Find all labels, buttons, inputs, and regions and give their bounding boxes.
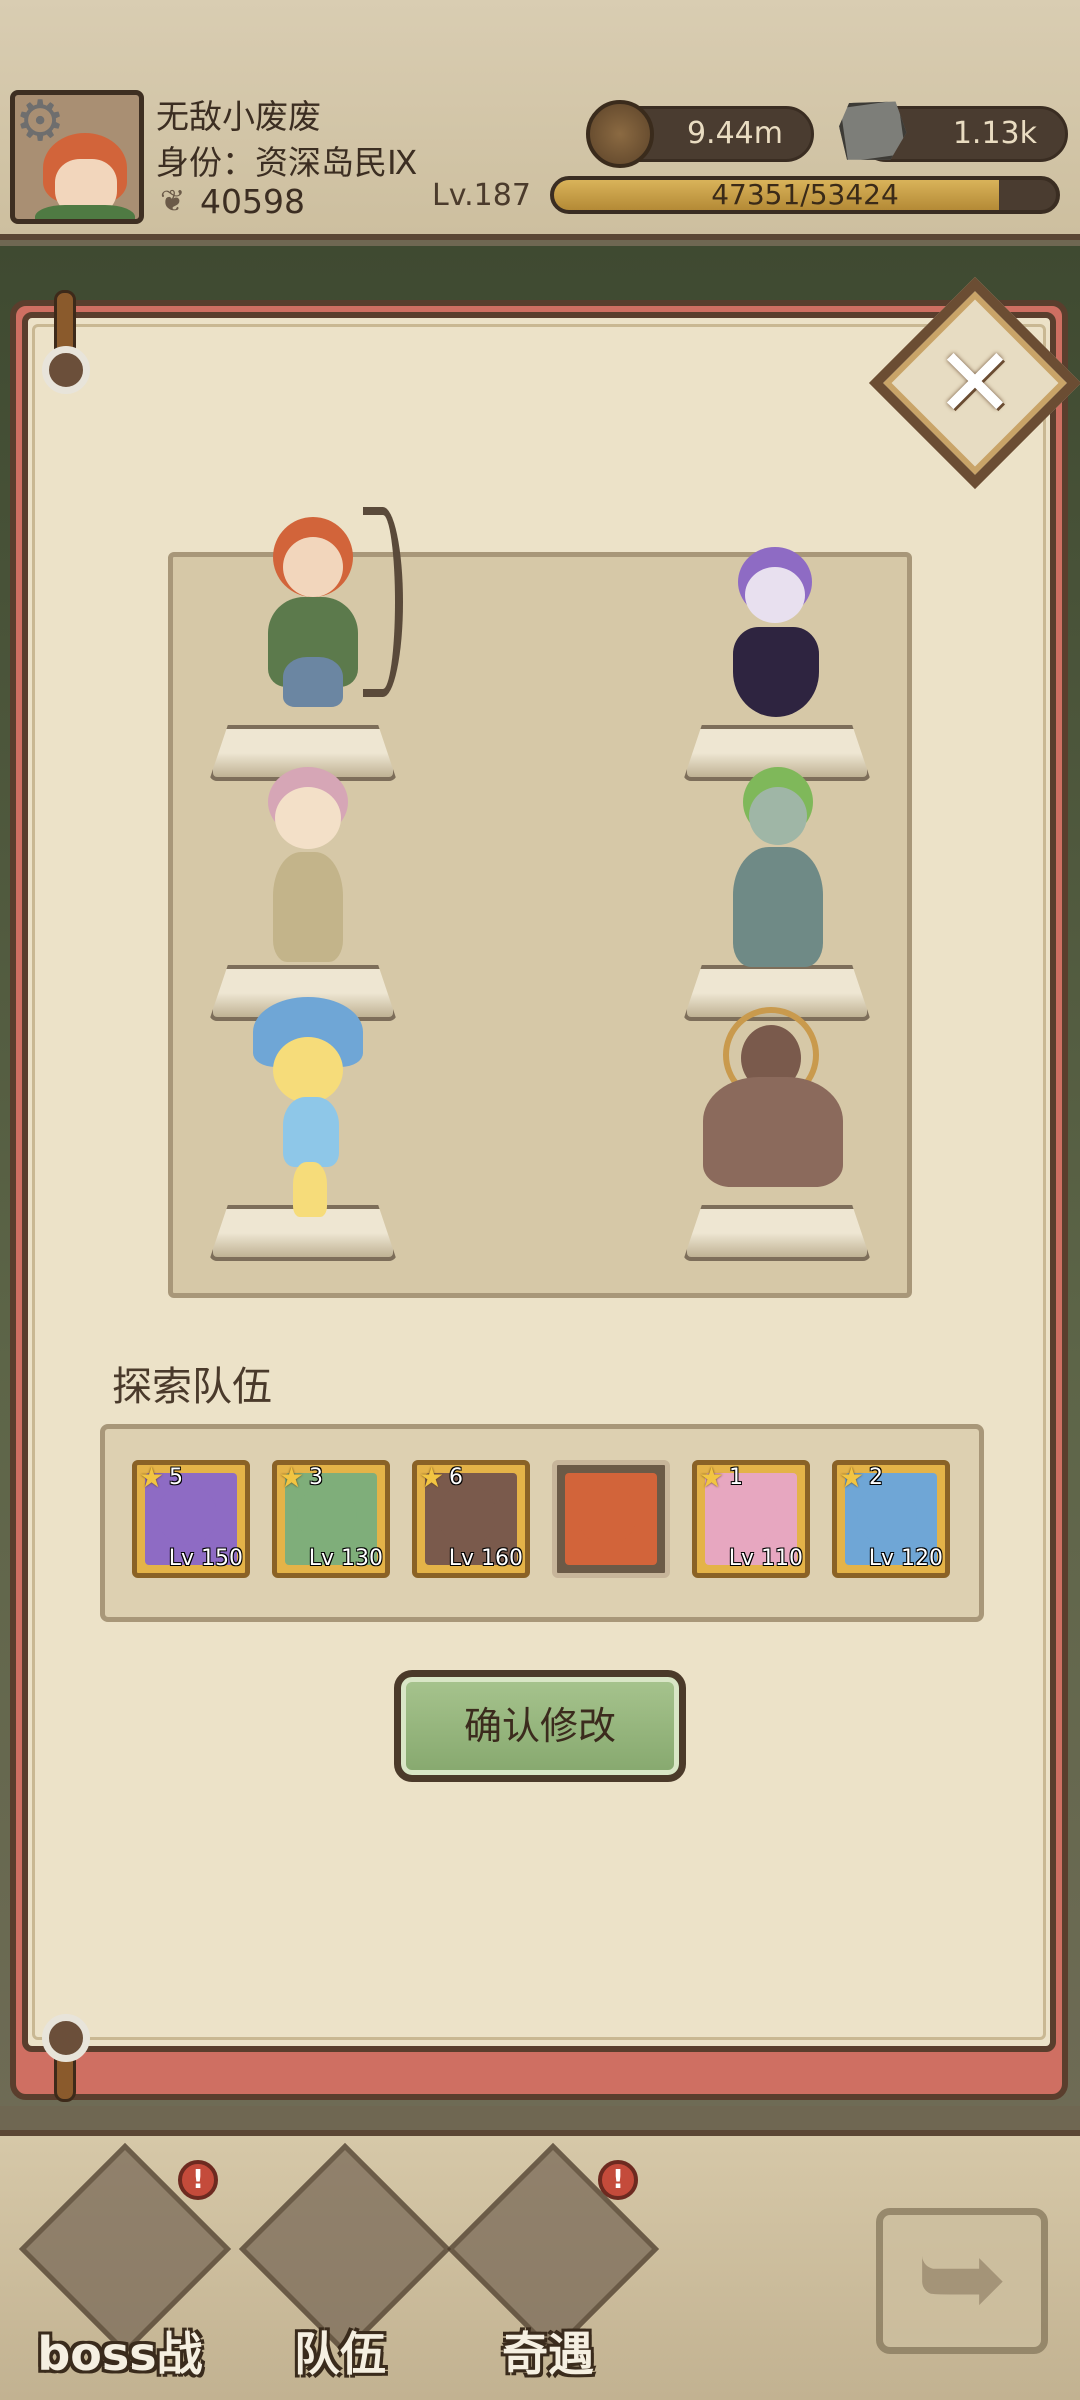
formation-area [168,507,912,1298]
nav-team-label: 队伍 [294,2327,386,2381]
star-icon: ★ [279,1461,305,1494]
card-level: Lv 130 [308,1546,383,1571]
team-card[interactable]: ★ 6 Lv 160 [412,1460,530,1578]
card-level: Lv 120 [868,1546,943,1571]
nav-team[interactable]: 队伍 [238,2142,452,2390]
team-card[interactable]: ★ 1 Lv 110 [692,1460,810,1578]
team-card[interactable]: ★ 3 Lv 130 [272,1460,390,1578]
star-icon: ★ [839,1461,865,1494]
star-icon: ★ [139,1461,165,1494]
nav-adventure-label: 奇遇 [502,2327,594,2381]
card-portrait-head [157,1485,217,1545]
card-count: 6 [449,1465,463,1490]
team-card[interactable]: ★ 5 Lv 150 [132,1460,250,1578]
card-level: Lv 110 [728,1546,803,1571]
card-portrait-head [717,1485,777,1545]
power-icon: ❦ [160,184,186,219]
team-card[interactable]: ★ 2 Lv 120 [832,1460,950,1578]
scroll-ring-bottom [42,2014,90,2062]
card-level: Lv 160 [448,1546,523,1571]
back-arrow-icon[interactable]: ➥ [876,2208,1048,2354]
confirm-button[interactable]: 确认修改 [394,1670,686,1782]
hero-octopus-girl[interactable] [713,547,843,727]
player-name: 无敌小废废 [156,97,321,136]
coin-icon [586,100,654,168]
card-portrait-head [297,1485,357,1545]
card-count: 2 [869,1465,883,1490]
nav-boss-label: boss战 [37,2327,203,2381]
card-count: 3 [309,1465,323,1490]
exp-text: 47351/53424 [711,178,899,211]
hero-farmer-girl[interactable] [233,767,383,977]
hero-rock-golem[interactable] [683,1007,863,1207]
card-count: 5 [169,1465,183,1490]
scroll-ring-top [42,346,90,394]
card-portrait-head [437,1485,497,1545]
gear-icon[interactable]: ⚙ [15,95,65,154]
close-icon[interactable]: ✕ [900,308,1050,458]
card-portrait-head [577,1485,637,1545]
team-label: 探索队伍 [112,1364,272,1410]
slot-pedestal[interactable] [683,1205,871,1261]
card-count: 1 [729,1465,743,1490]
stone-amount: 1.13k [952,116,1037,151]
coin-amount: 9.44m [686,116,783,151]
star-icon: ★ [699,1461,725,1494]
hero-mushroom-girl[interactable] [243,997,383,1217]
hero-archer[interactable] [213,497,413,737]
card-level: Lv 150 [168,1546,243,1571]
player-title: 身份：资深岛民Ⅸ [156,143,418,182]
notification-badge: ! [178,2160,218,2200]
notification-badge: ! [598,2160,638,2200]
player-level: Lv.187 [432,178,531,213]
star-icon: ★ [419,1461,445,1494]
hero-golem-girl[interactable] [703,767,853,977]
card-portrait-head [857,1485,917,1545]
avatar-body [35,205,135,219]
player-avatar[interactable]: ⚙ [10,90,144,224]
team-card-leader[interactable] [552,1460,670,1578]
player-power: 40598 [200,182,305,221]
